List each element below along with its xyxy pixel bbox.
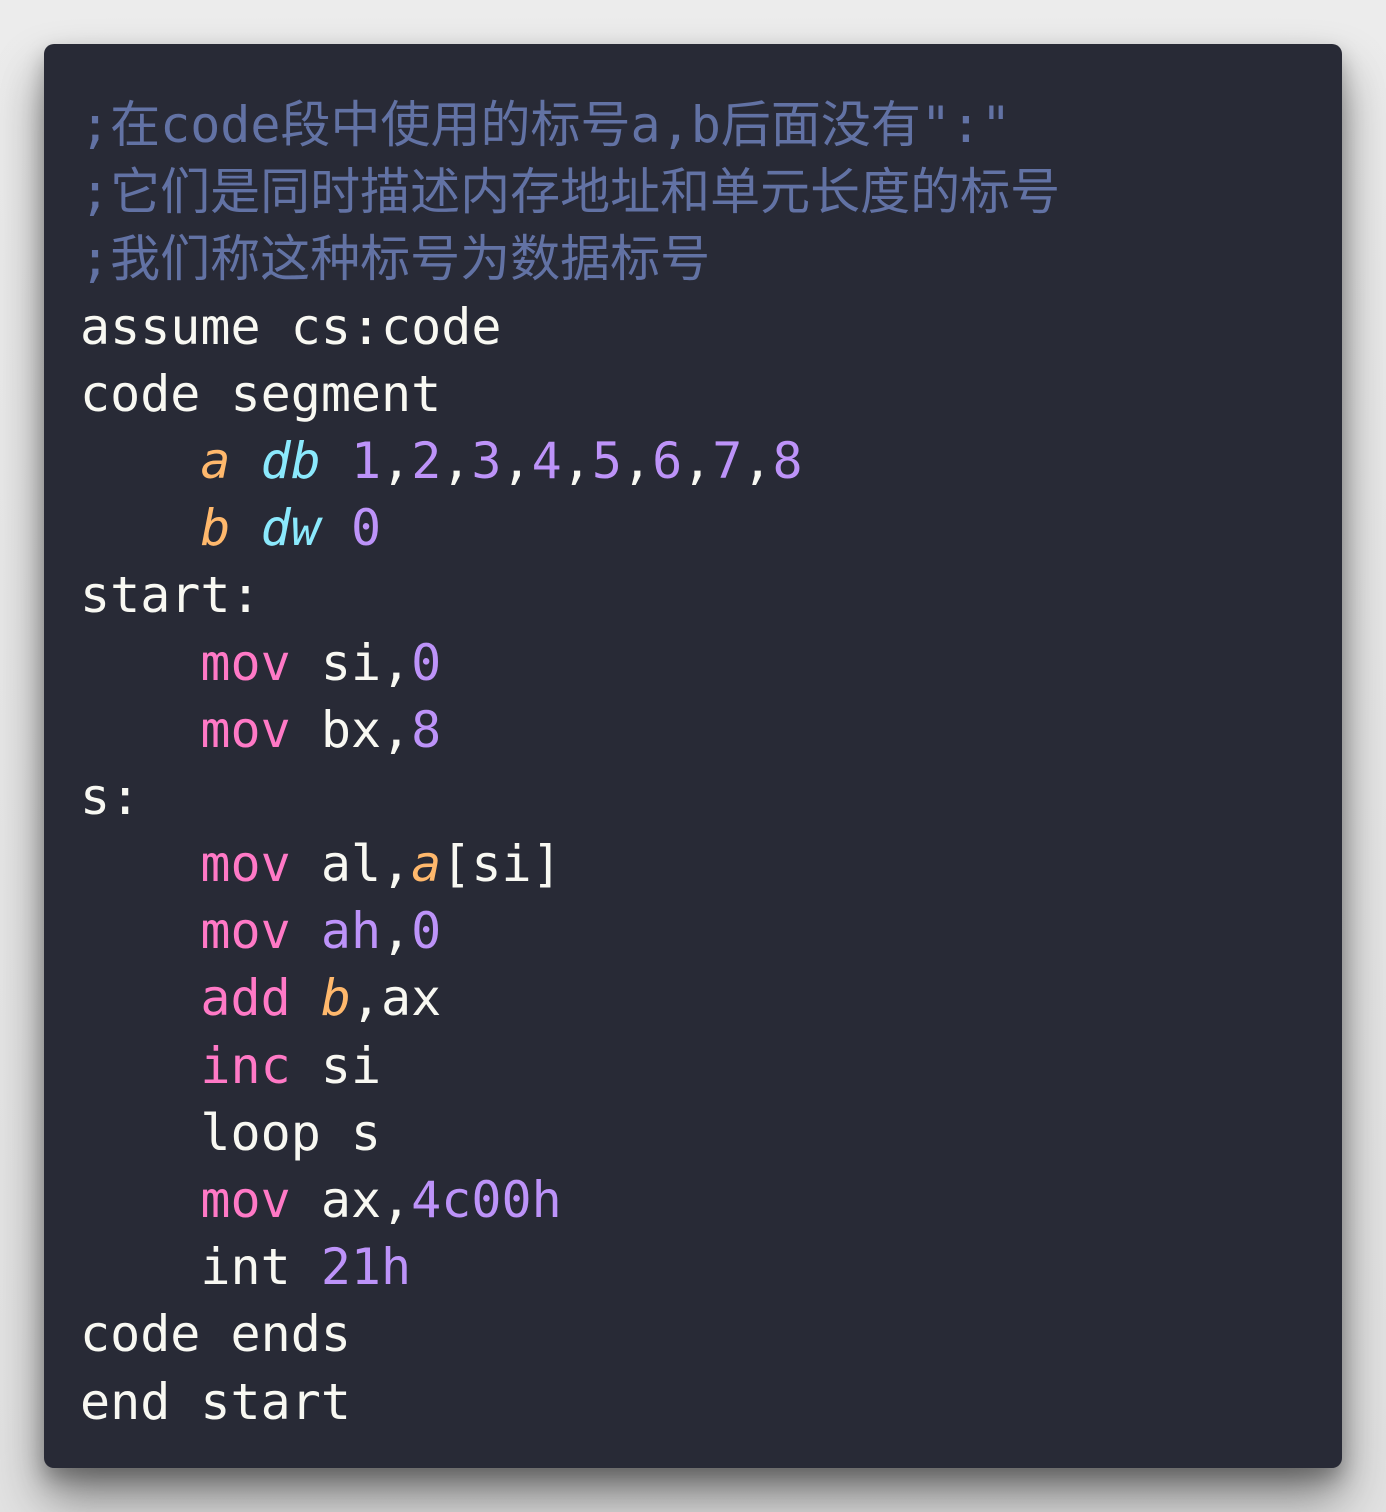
code-token-plain: ,	[742, 431, 773, 490]
code-line: start:	[80, 562, 1060, 629]
code-token-type: db	[260, 431, 321, 490]
code-token-plain: ,	[621, 431, 653, 490]
code-token-plain: loop s	[80, 1103, 382, 1162]
code-token-label: b	[200, 499, 231, 558]
code-token-label: a	[411, 835, 442, 894]
code-token-reg: ah	[320, 902, 382, 961]
code-token-plain: int	[80, 1238, 321, 1297]
code-token-num: 4c00h	[411, 1171, 562, 1229]
code-line: assume cs:code	[80, 294, 1060, 361]
code-token-kw: mov	[200, 835, 291, 894]
code-line: s:	[80, 764, 1060, 831]
code-token-kw: mov	[200, 633, 291, 692]
code-token-plain: code segment	[80, 364, 442, 423]
code-token-plain: code ends	[80, 1305, 351, 1364]
code-line: end start	[80, 1369, 1060, 1436]
code-token-kw: inc	[200, 1036, 291, 1095]
code-line: int 21h	[80, 1234, 1060, 1301]
code-token-plain: si	[290, 1036, 382, 1095]
code-token-num: 0	[411, 902, 442, 961]
code-line: mov si,0	[80, 630, 1060, 697]
code-line: ;在code段中使用的标号a,b后面没有":"	[80, 92, 1060, 159]
code-token-plain: ax,	[290, 1171, 412, 1229]
code-token-type: dw	[260, 499, 321, 558]
code-line: mov ah,0	[80, 898, 1060, 965]
code-token-num: 21h	[320, 1238, 412, 1297]
code-line: ;我们称这种标号为数据标号	[80, 226, 1060, 293]
code-token-num: 3	[471, 431, 502, 490]
code-token-num: 0	[350, 499, 382, 558]
code-token-kw: mov	[200, 700, 291, 759]
code-content[interactable]: ;在code段中使用的标号a,b后面没有":" ;它们是同时描述内存地址和单元长度…	[80, 92, 1060, 1436]
code-token-plain: ,	[682, 431, 713, 490]
code-token-plain: ,ax	[350, 969, 442, 1028]
code-token-num: 4	[531, 431, 562, 490]
code-line: loop s	[80, 1100, 1060, 1167]
code-line: mov ax,4c00h	[80, 1167, 1060, 1234]
code-line: ;它们是同时描述内存地址和单元长度的标号	[80, 159, 1060, 226]
code-token-num: 8	[411, 700, 442, 759]
code-line: code segment	[80, 361, 1060, 428]
code-token-plain: ,	[501, 431, 532, 490]
code-token-num: 2	[411, 431, 442, 490]
code-token-plain: start:	[80, 566, 261, 625]
code-token-kw: mov	[200, 902, 291, 961]
code-token-num: 1	[350, 431, 382, 490]
code-token-plain: al,	[290, 835, 412, 894]
code-token-plain: ,	[561, 431, 592, 490]
code-token-num: 7	[712, 431, 743, 490]
code-line: a db 1,2,3,4,5,6,7,8	[80, 428, 1060, 495]
code-token-plain: ,	[381, 431, 412, 490]
code-token-plain: ,	[381, 902, 412, 961]
code-token-kw: mov	[200, 1171, 291, 1229]
code-token-comment: ;它们是同时描述内存地址和单元长度的标号	[80, 163, 1061, 222]
code-token-kw: add	[200, 969, 291, 1028]
code-token-plain: bx,	[290, 700, 412, 759]
code-token-label: a	[200, 431, 231, 490]
code-token-label: b	[320, 969, 351, 1028]
code-token-num: 0	[411, 633, 442, 692]
code-token-num: 8	[772, 431, 803, 490]
code-token-comment: ;我们称这种标号为数据标号	[80, 230, 711, 289]
code-token-plain: s:	[80, 767, 141, 826]
code-token-plain: [si]	[441, 835, 562, 894]
code-block: ;在code段中使用的标号a,b后面没有":" ;它们是同时描述内存地址和单元长度…	[44, 44, 1342, 1468]
code-line: inc si	[80, 1033, 1060, 1100]
code-token-comment: ;在code段中使用的标号a,b后面没有":"	[80, 96, 1012, 154]
code-token-num: 6	[652, 431, 683, 490]
code-token-plain: end start	[80, 1372, 351, 1431]
code-line: mov al,a[si]	[80, 831, 1060, 898]
code-token-num: 5	[591, 431, 622, 490]
code-line: code ends	[80, 1301, 1060, 1368]
code-token-plain: assume cs:code	[80, 297, 502, 356]
code-token-plain: ,	[441, 431, 472, 490]
code-line: mov bx,8	[80, 697, 1060, 764]
code-token-plain: si,	[290, 633, 412, 692]
code-line: b dw 0	[80, 495, 1060, 562]
code-line: add b,ax	[80, 965, 1060, 1032]
